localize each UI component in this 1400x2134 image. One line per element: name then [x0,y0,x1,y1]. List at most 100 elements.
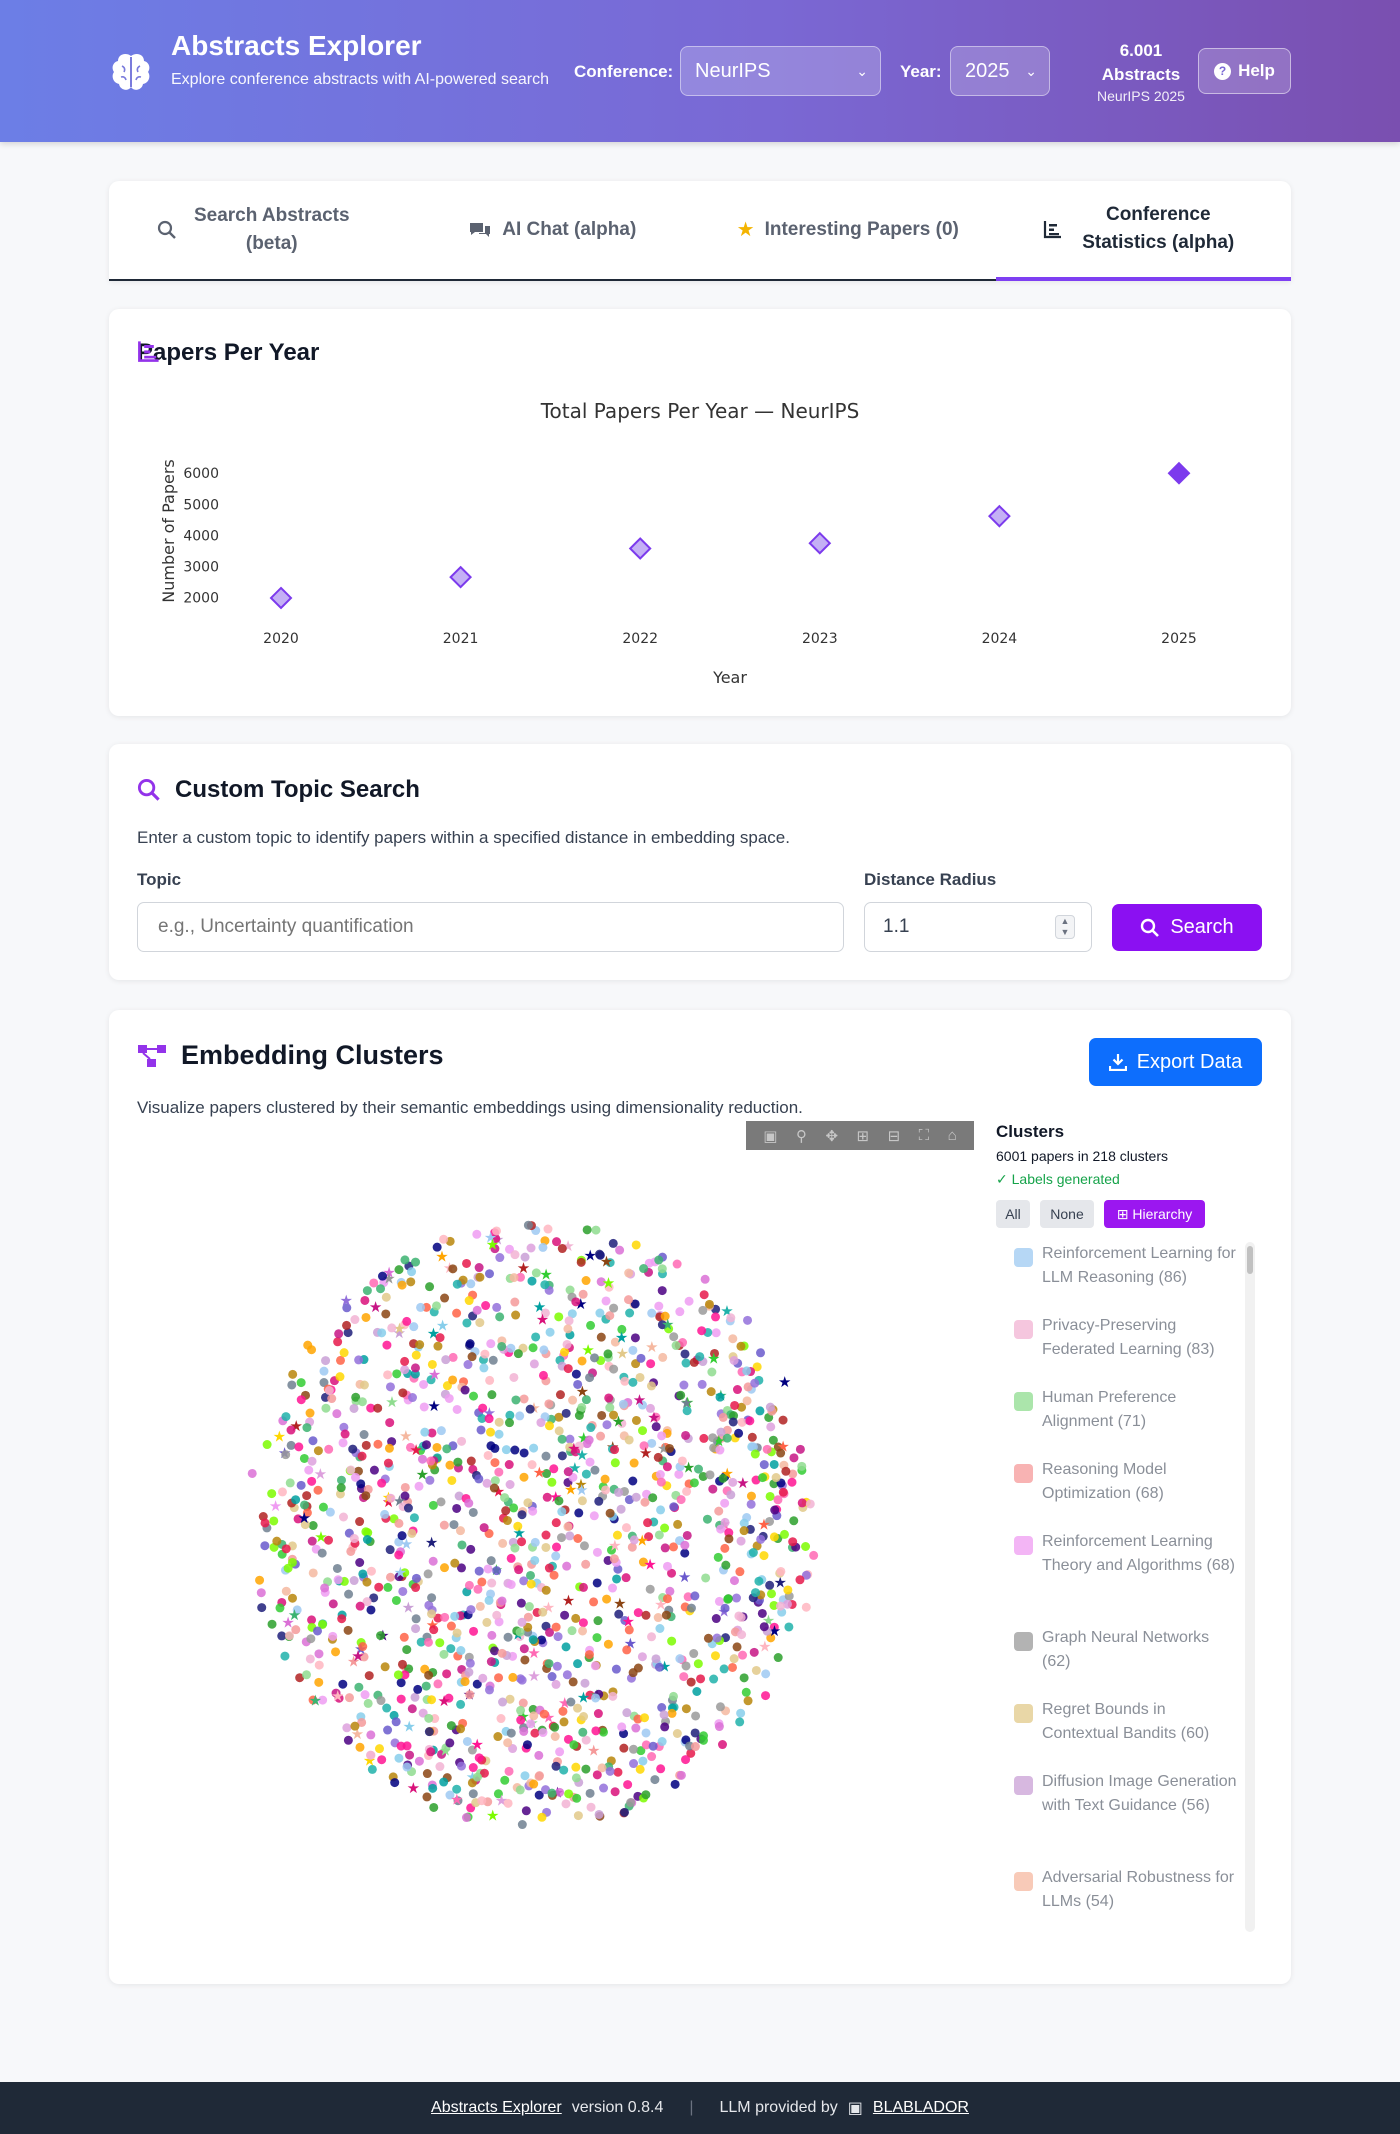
legend-item[interactable]: Diffusion Image Generation with Text Gui… [996,1770,1236,1840]
stepper-icon[interactable]: ▲ ▼ [1055,915,1075,939]
scatter-point [771,1473,781,1483]
scrollbar-thumb[interactable] [1247,1246,1253,1274]
pan-icon[interactable]: ✥ [825,1127,838,1145]
scatter-point [523,1498,533,1508]
legend-item[interactable]: Adversarial Robustness for LLMs (54) [996,1866,1236,1932]
scatter-point [646,1381,656,1391]
legend-item[interactable]: Privacy-Preserving Federated Learning (8… [996,1314,1236,1384]
scatter-point [385,1418,395,1428]
scatter-point [450,1558,460,1568]
data-point-2025[interactable] [1167,461,1191,485]
data-point-2020[interactable] [269,586,293,610]
tab-label: AI Chat (alpha) [502,219,637,240]
tab-interesting-papers[interactable]: ★ Interesting Papers (0) [700,181,996,279]
legend-item[interactable]: Reasoning Model Optimization (68) [996,1458,1236,1528]
scatter-point [589,1597,599,1607]
scatter-point [517,1510,527,1520]
scatter-point [631,1240,641,1250]
legend-item[interactable]: Graph Neural Networks (62) [996,1626,1236,1696]
tab-search-abstracts[interactable]: Search Abstracts (beta) [109,181,405,279]
data-point-2023[interactable] [808,531,832,555]
conference-select[interactable]: NeurIPS ⌄ [680,46,881,96]
scatter-point [503,1632,513,1642]
scatter-point [571,1613,581,1623]
clusters-panel-title: Clusters [996,1122,1065,1141]
data-point-2021[interactable] [449,565,473,589]
legend-item[interactable]: Regret Bounds in Contextual Bandits (60) [996,1698,1236,1768]
scatter-point [336,1483,346,1493]
scatter-point [360,1690,370,1700]
data-point-2022[interactable] [628,537,652,560]
y-tick-label: 5000 [183,497,219,513]
camera-icon[interactable]: ▣ [763,1127,777,1145]
x-tick-label: 2025 [1161,631,1197,647]
scatter-point [255,1575,265,1585]
scatter-point [366,1750,376,1760]
scatter-point [348,1444,358,1454]
scatter-star-point: ★ [314,1529,327,1546]
select-none-button[interactable]: None [1040,1200,1094,1228]
scatter-point [638,1756,648,1766]
scatter-point [691,1711,701,1721]
search-icon [1141,918,1160,937]
scatter-point [333,1337,343,1347]
scatter-point [697,1379,707,1389]
scatter-point [714,1722,724,1732]
scatter-point [665,1443,675,1453]
footer-app-link[interactable]: Abstracts Explorer [431,2099,562,2117]
legend-label: Reinforcement Learning for LLM Reasoning… [1042,1245,1236,1286]
scatter-point [530,1537,540,1547]
scatter-point [737,1417,747,1427]
clusters-description: Visualize papers clustered by their sema… [137,1098,803,1117]
scatter-point [486,1556,496,1566]
embedding-scatter-plot[interactable]: ★★★★★★★★★★★★★★★★★★★★★★★★★★★★★★★★★★★★★★★★… [229,1200,859,1840]
help-button[interactable]: ? Help [1198,48,1291,94]
scatter-point [608,1238,618,1248]
legend-swatch [1014,1248,1033,1267]
scatter-point [797,1461,807,1471]
select-all-button[interactable]: All [996,1200,1030,1228]
scatter-point [541,1451,551,1461]
home-icon[interactable]: ⌂ [948,1127,957,1144]
scatter-point [544,1563,554,1573]
year-select[interactable]: 2025 ⌄ [950,46,1050,96]
scatter-point [661,1610,671,1620]
scatter-point [667,1636,677,1646]
zoom-icon[interactable]: ⚲ [796,1127,807,1145]
scatter-point [544,1399,554,1409]
export-data-button[interactable]: Export Data [1089,1038,1262,1086]
hierarchy-button[interactable]: ⊞ Hierarchy [1104,1200,1205,1228]
tab-label: Interesting Papers (0) [764,219,959,240]
scatter-point [299,1453,309,1463]
scatter-star-point: ★ [486,1807,499,1824]
scatter-point [510,1297,520,1307]
tab-conference-statistics[interactable]: Conference Statistics (alpha) [995,181,1291,281]
scatter-point [675,1307,685,1317]
scatter-point [519,1726,529,1736]
topic-search-button[interactable]: Search [1112,904,1262,951]
data-point-2024[interactable] [987,504,1011,528]
zoom-out-icon[interactable]: ⊟ [888,1127,901,1145]
scatter-point [331,1647,341,1657]
app-header: Abstracts Explorer Explore conference ab… [0,0,1400,142]
legend-item[interactable]: Reinforcement Learning Theory and Algori… [996,1530,1236,1600]
zoom-in-icon[interactable]: ⊞ [857,1127,870,1145]
scatter-point [547,1788,557,1798]
autoscale-icon[interactable]: ⛶ [919,1127,930,1144]
scatter-point [586,1423,596,1433]
scatter-point [621,1523,631,1533]
legend-scrollbar[interactable] [1245,1242,1255,1932]
topic-input[interactable] [137,902,844,952]
legend-item[interactable]: Reinforcement Learning for LLM Reasoning… [996,1242,1236,1312]
scatter-point [719,1664,729,1674]
scatter-point [349,1403,359,1413]
scatter-point [729,1355,739,1365]
radius-input[interactable]: 1.1 ▲ ▼ [864,902,1092,952]
scatter-point [574,1508,584,1518]
scatter-point [469,1391,479,1401]
scatter-point [732,1593,742,1603]
tab-ai-chat[interactable]: AI Chat (alpha) [405,181,701,279]
footer-provider-link[interactable]: BLABLADOR [873,2099,969,2117]
scatter-point [742,1396,752,1406]
legend-item[interactable]: Human Preference Alignment (71) [996,1386,1236,1456]
